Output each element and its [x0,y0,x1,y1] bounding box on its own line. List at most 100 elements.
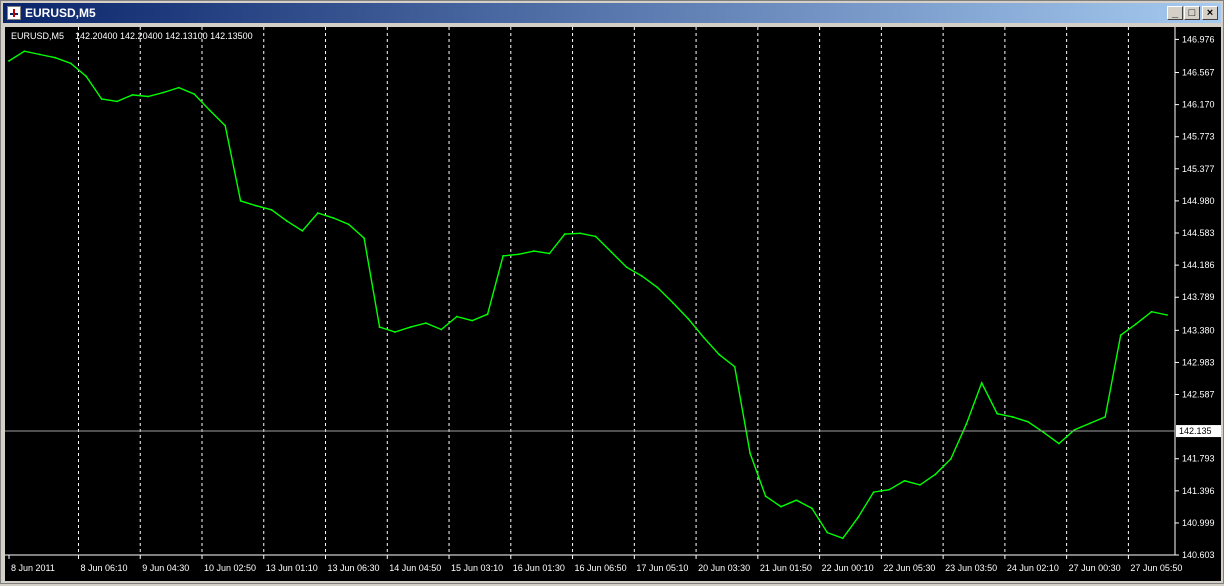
data-point [980,382,983,384]
data-point [8,60,10,62]
x-tick-label: 22 Jun 05:30 [883,563,935,573]
data-point [1058,442,1060,445]
x-tick-label: 16 Jun 01:30 [513,563,565,573]
data-point [455,315,458,318]
data-point [486,313,489,316]
chart-header-ohlc: 142.20400 142.20400 142.13100 142.13500 [75,31,253,41]
x-tick-label: 27 Jun 05:50 [1130,563,1182,573]
price-chart[interactable]: 146.976 146.567 146.170 145.773 145.377 144.9… [5,27,1221,581]
grid-layer [77,27,1129,555]
data-point [625,266,628,269]
data-point [610,250,613,253]
data-point [780,505,782,508]
y-tick-label: 145.773 [1182,132,1215,142]
y-tick-label: 140.603 [1182,550,1215,560]
y-tick-label: 145.377 [1182,164,1215,174]
data-point [147,95,149,98]
data-point [332,216,335,219]
data-point [810,507,813,510]
data-point [702,336,705,339]
data-point [23,50,26,53]
data-point [1011,416,1014,418]
y-tick-label: 140.999 [1182,518,1215,528]
y-tick-label: 141.793 [1182,454,1215,464]
minimize-button[interactable]: _ [1167,6,1183,20]
x-tick-label: 27 Jun 00:30 [1069,563,1121,573]
data-point [1073,428,1076,431]
data-point [888,488,890,491]
title-bar[interactable]: EURUSD,M5 _ □ × [3,3,1221,23]
data-point [733,365,736,368]
data-point [100,98,103,100]
data-point [471,319,474,322]
data-point [1150,310,1153,313]
x-tick-label: 8 Jun 06:10 [80,563,127,573]
data-point [749,452,752,455]
data-point [208,109,211,112]
data-point [795,499,798,502]
data-point [579,232,582,235]
data-point [949,458,952,460]
data-point [965,423,968,426]
x-tick-label: 21 Jun 01:50 [760,563,812,573]
data-point [1042,431,1045,434]
data-point [841,537,844,540]
chart-area[interactable]: 146.976 146.567 146.170 145.773 145.377 144.9… [5,27,1221,581]
data-point [38,53,41,56]
y-tick-label: 144.186 [1182,260,1215,270]
data-point [1027,420,1029,423]
data-point [1166,314,1168,316]
chart-window: EURUSD,M5 _ □ × 146.976 146.567 146.170 145… [0,0,1224,584]
data-point [641,275,643,278]
window-title: EURUSD,M5 [25,6,96,20]
x-tick-label: 13 Jun 01:10 [266,563,318,573]
data-point [563,233,566,235]
data-point [1135,322,1138,325]
data-point [996,412,999,415]
data-point [1104,416,1107,418]
data-point [162,91,165,94]
data-point [764,495,767,498]
data-point [316,212,319,214]
data-point [872,491,875,494]
x-tick-label: 9 Jun 04:30 [142,563,189,573]
chart-window-icon [7,6,21,20]
x-tick-label: 8 Jun 2011 [11,563,55,573]
data-point [177,86,180,89]
maximize-button[interactable]: □ [1184,6,1200,20]
x-tick-label: 24 Jun 02:10 [1007,563,1059,573]
x-tick-label: 23 Jun 03:50 [945,563,997,573]
data-point [85,75,88,78]
data-point [224,124,227,127]
y-tick-label: 142.587 [1182,389,1215,399]
data-point [826,531,829,534]
data-point [1088,422,1091,425]
data-point [286,220,288,223]
x-tick-label: 16 Jun 06:50 [575,563,627,573]
data-point [69,62,72,65]
y-tick-label: 146.170 [1182,100,1215,110]
data-point [255,204,257,207]
data-point [672,301,674,304]
series-line [8,50,1168,540]
data-point [363,237,366,240]
data-point [594,235,597,238]
y-tick-label: 142.983 [1182,357,1215,367]
data-point [193,93,196,96]
x-tick-label: 14 Jun 04:50 [389,563,441,573]
data-point [919,483,921,486]
close-button[interactable]: × [1202,6,1218,20]
y-tick-label: 144.583 [1182,228,1215,238]
data-point [533,250,535,252]
data-point [270,208,273,211]
y-tick-label: 141.396 [1182,486,1215,496]
data-point [517,253,520,256]
y-tick-label: 143.789 [1182,292,1215,302]
data-point [857,516,860,519]
data-point [131,94,134,96]
data-point [301,229,304,232]
data-point [239,199,242,202]
data-point [440,328,443,331]
data-point [54,56,57,59]
data-point [502,255,504,257]
